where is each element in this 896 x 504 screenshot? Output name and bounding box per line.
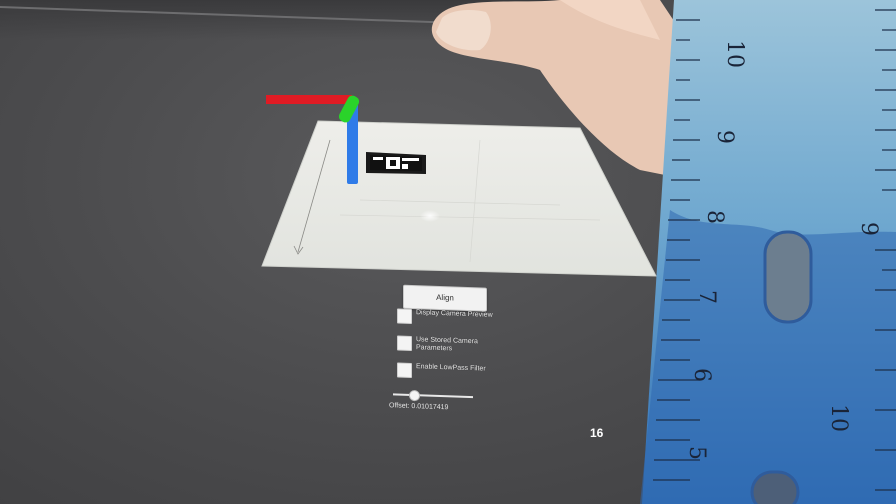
frame-counter: 16 <box>590 426 604 440</box>
ruler-number: 9 <box>856 222 881 236</box>
toggle-label: Use Stored Camera Parameters <box>416 336 478 353</box>
checkbox[interactable] <box>397 335 412 352</box>
ruler-number: 6 <box>689 368 714 382</box>
ruler-number: 5 <box>684 446 709 460</box>
checkbox[interactable] <box>397 308 412 325</box>
ruler-number: 10 <box>722 40 747 68</box>
display-camera-preview-toggle[interactable]: Display Camera Preview <box>397 308 496 326</box>
ruler: 10 9 8 7 6 5 9 10 <box>640 0 896 504</box>
offset-slider[interactable] <box>393 389 473 402</box>
checkbox[interactable] <box>397 362 412 379</box>
ruler-number: 10 <box>826 404 851 432</box>
toggle-label: Display Camera Preview <box>416 309 493 319</box>
use-stored-camera-parameters-toggle[interactable]: Use Stored Camera Parameters <box>397 335 496 354</box>
ar-settings-panel: Align Display Camera Preview Use Stored … <box>385 280 495 424</box>
toggle-label: Enable LowPass Filter <box>416 363 486 373</box>
ruler-number: 7 <box>694 290 719 304</box>
offset-value-label: Offset: 0.01017419 <box>389 402 449 412</box>
slider-track <box>393 393 473 399</box>
ruler-number: 8 <box>702 210 727 224</box>
camera-scene: 10 9 8 7 6 5 9 10 Align Display Camera P… <box>0 0 896 504</box>
align-button[interactable]: Align <box>403 284 487 312</box>
ruler-number: 9 <box>712 130 737 144</box>
slider-handle[interactable] <box>409 389 420 402</box>
enable-lowpass-filter-toggle[interactable]: Enable LowPass Filter <box>397 362 496 380</box>
